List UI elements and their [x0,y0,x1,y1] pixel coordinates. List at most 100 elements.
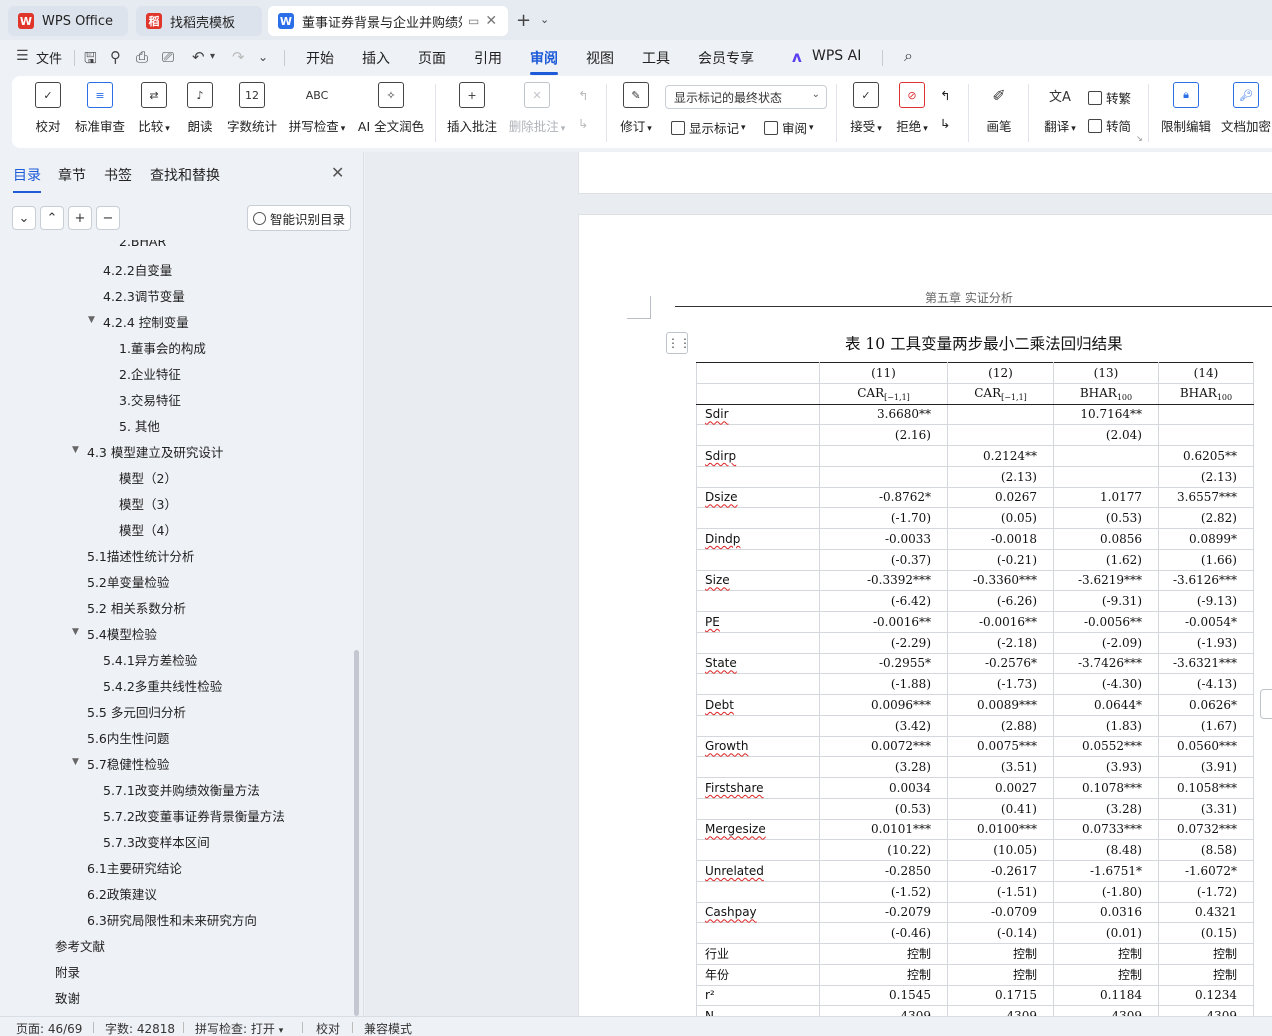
expand-triangle-icon[interactable]: ▼ [72,445,79,455]
toc-item[interactable]: 2.BHAR [119,240,166,249]
accept-button[interactable]: ✓ 接受 ▾ [846,82,886,135]
doc-encrypt-button[interactable]: 🔑︎ 文档加密 [1220,82,1272,135]
redo-icon[interactable]: ↷ [232,48,245,66]
table-cell[interactable]: (11) [819,362,948,384]
variable-name-cell[interactable]: Size [696,570,820,592]
toc-item[interactable]: 6.1主要研究结论 [87,858,182,877]
menu-wps-ai[interactable]: WPS AI [812,48,861,64]
variable-name-cell[interactable]: Debt [696,694,820,716]
table-cell[interactable]: (-1.73) [947,673,1054,695]
table-cell[interactable]: CAR[−1,1] [819,383,948,405]
toc-item[interactable]: 附录 [55,962,80,981]
toc-item[interactable]: 5.2 相关系数分析 [87,598,186,617]
variable-name-cell[interactable]: Sdir [696,404,820,426]
sidebar-scrollbar[interactable] [354,650,359,1016]
table-cell[interactable]: 0.6205** [1158,445,1254,467]
table-cell[interactable]: -0.3392*** [819,570,948,592]
expand-triangle-icon[interactable]: ▼ [72,757,79,767]
proof-status[interactable]: 校对 [316,1020,340,1036]
table-cell[interactable]: 10.7164** [1053,404,1159,426]
table-cell[interactable]: (-2.29) [819,632,948,654]
table-cell[interactable]: 0.0560*** [1158,736,1254,758]
variable-name-cell[interactable]: N [696,1005,820,1016]
insert-comment-button[interactable]: + 插入批注 [446,82,498,135]
table-cell[interactable]: CAR[−1,1] [947,383,1054,405]
table-cell[interactable]: -0.0054* [1158,611,1254,633]
variable-name-cell[interactable] [696,922,820,944]
table-cell[interactable]: -0.8762* [819,487,948,509]
variable-name-cell[interactable]: 行业 [696,943,820,965]
table-cell[interactable]: (2.88) [947,715,1054,737]
table-cell[interactable]: -0.0016** [947,611,1054,633]
table-cell[interactable]: (1.66) [1158,549,1254,571]
tab-toc[interactable]: 目录 [13,165,41,193]
table-cell[interactable]: (2.82) [1158,507,1254,529]
add-heading-button[interactable]: + [68,206,92,230]
menu-home[interactable]: 开始 [306,48,334,68]
table-cell[interactable]: 0.0101*** [819,819,948,841]
table-cell[interactable]: (3.28) [819,756,948,778]
table-cell[interactable]: 0.0626* [1158,694,1254,716]
table-cell[interactable]: 控制 [947,964,1054,986]
menu-file[interactable]: 文件 [36,48,62,67]
table-cell[interactable]: (0.53) [1053,507,1159,529]
expand-group-icon[interactable]: ↘ [1136,134,1143,143]
variable-name-cell[interactable] [696,424,820,446]
table-cell[interactable]: (1.67) [1158,715,1254,737]
table-cell[interactable]: (-1.51) [947,881,1054,903]
undo-icon[interactable]: ↶ [192,48,205,66]
tab-chapters[interactable]: 章节 [58,165,86,185]
toc-item[interactable]: 6.3研究局限性和未来研究方向 [87,910,257,929]
table-cell[interactable]: 1.0177 [1053,487,1159,509]
toc-item[interactable]: 6.2政策建议 [87,884,157,903]
toc-item[interactable]: 1.董事会的构成 [119,338,206,357]
toc-item[interactable]: 参考文献 [55,936,105,955]
table-cell[interactable]: 控制 [1053,943,1159,965]
table-cell[interactable]: -0.0056** [1053,611,1159,633]
table-cell[interactable]: (0.05) [947,507,1054,529]
review-pane-dropdown[interactable]: 审阅 ▾ [764,118,814,137]
toc-item[interactable]: 3.交易特征 [119,390,181,409]
variable-name-cell[interactable]: Cashpay [696,902,820,924]
previous-comment-icon[interactable]: ↰ [578,88,588,103]
table-cell[interactable]: (3.42) [819,715,948,737]
pen-button[interactable]: ✐ 画笔 [984,82,1014,135]
table-cell[interactable]: 0.1184 [1053,984,1159,1007]
variable-name-cell[interactable]: Dsize [696,487,820,509]
table-cell[interactable]: (3.51) [947,756,1054,778]
proofread-button[interactable]: ✓ 校对 [34,82,62,135]
variable-name-cell[interactable]: Firstshare [696,777,820,799]
standard-review-button[interactable]: ≡ 标准审查 [74,82,126,135]
word-count-button[interactable]: 12 字数统计 [226,82,278,135]
table-cell[interactable]: (-1.93) [1158,632,1254,654]
table-cell[interactable]: 控制 [819,943,948,965]
toc-item[interactable]: 5.7.1改变并购绩效衡量方法 [103,780,260,799]
table-cell[interactable]: (12) [947,362,1054,384]
table-cell[interactable]: (3.28) [1053,798,1159,820]
table-cell[interactable]: (-4.30) [1053,673,1159,695]
toc-item[interactable]: 5.7.3改变样本区间 [103,832,210,851]
expand-triangle-icon[interactable]: ▼ [72,627,79,637]
table-cell[interactable]: 控制 [1053,964,1159,986]
table-cell[interactable]: -0.3360*** [947,570,1054,592]
table-cell[interactable]: 0.0100*** [947,819,1054,841]
table-cell[interactable]: (-4.13) [1158,673,1254,695]
print-icon[interactable]: ⎙ [136,48,148,66]
compare-button[interactable]: ⇄ 比较 ▾ [134,82,174,135]
variable-name-cell[interactable]: r² [696,984,820,1007]
toc-item[interactable]: 5.7稳健性检验 [87,754,169,773]
table-cell[interactable]: (13) [1053,362,1159,384]
table-cell[interactable]: 0.0732*** [1158,819,1254,841]
table-cell[interactable]: 0.0027 [947,777,1054,799]
close-icon[interactable]: ✕ [331,163,344,182]
next-change-icon[interactable]: ↳ [940,116,950,131]
save-icon[interactable]: 🖫 [84,48,97,73]
table-cell[interactable]: 0.2124** [947,445,1054,467]
table-cell[interactable]: (0.15) [1158,922,1254,944]
tab-bookmarks[interactable]: 书签 [104,165,132,185]
table-cell[interactable]: 4309 [1158,1005,1254,1016]
table-cell[interactable]: 0.1715 [947,984,1054,1007]
table-cell[interactable]: -0.0033 [819,528,948,550]
toc-item[interactable]: 5.1描述性统计分析 [87,546,194,565]
table-move-handle-icon[interactable]: ⋮⋮ [666,332,691,354]
